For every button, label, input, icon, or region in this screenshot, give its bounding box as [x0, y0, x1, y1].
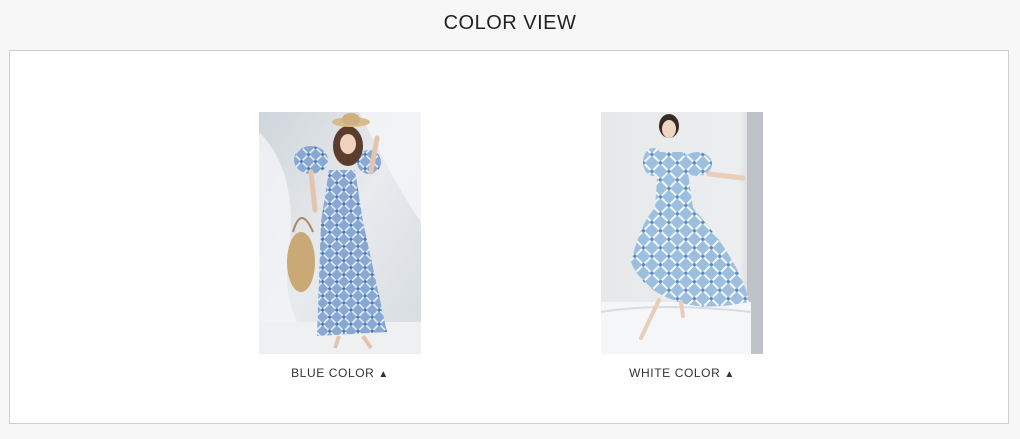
- color-label-white[interactable]: WHITE COLOR ▲: [601, 366, 763, 380]
- triangle-up-icon: ▲: [378, 369, 389, 380]
- color-view-page: COLOR VIEW BLUE COLOR ▲ WHITE COLOR ▲: [0, 0, 1020, 439]
- color-label-text: BLUE COLOR: [291, 366, 375, 380]
- product-photo-white[interactable]: [601, 112, 763, 354]
- triangle-up-icon: ▲: [724, 369, 735, 380]
- product-photo-blue[interactable]: [259, 112, 421, 354]
- color-option-blue[interactable]: BLUE COLOR ▲: [259, 112, 421, 380]
- color-view-panel: BLUE COLOR ▲ WHITE COLOR ▲: [9, 50, 1009, 424]
- color-label-blue[interactable]: BLUE COLOR ▲: [259, 366, 421, 380]
- color-option-white[interactable]: WHITE COLOR ▲: [601, 112, 763, 380]
- color-label-text: WHITE COLOR: [629, 366, 721, 380]
- page-title: COLOR VIEW: [443, 12, 577, 34]
